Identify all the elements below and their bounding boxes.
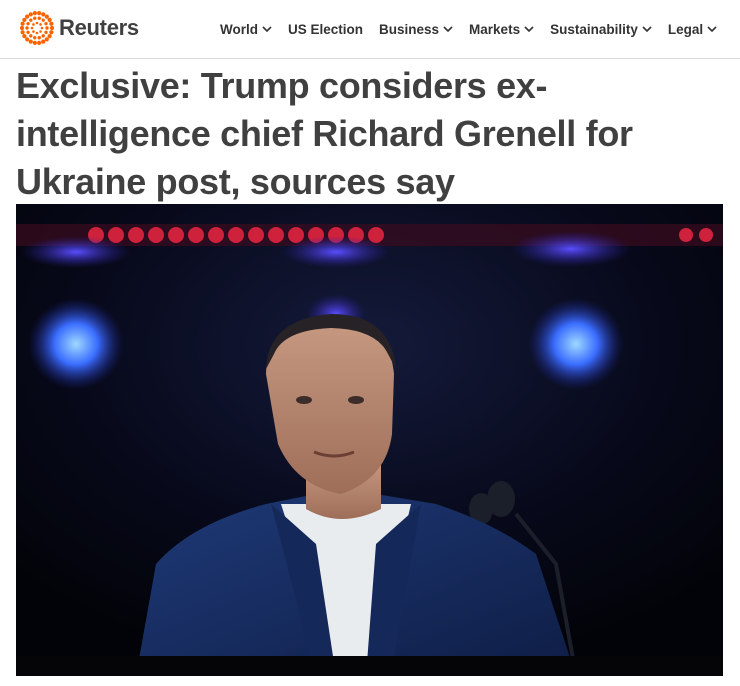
logo-dot bbox=[32, 11, 37, 16]
chevron-down-icon bbox=[262, 25, 272, 32]
nav-item-legal[interactable]: Legal bbox=[668, 22, 717, 37]
logo-dot bbox=[40, 26, 44, 30]
site-header: Reuters World US Election Business Marke… bbox=[0, 0, 740, 59]
logo-dot bbox=[47, 17, 52, 22]
nav-item-business[interactable]: Business bbox=[379, 22, 453, 37]
logo-dot bbox=[44, 37, 49, 42]
chevron-down-icon bbox=[524, 25, 534, 32]
nav-item-label: Sustainability bbox=[550, 21, 638, 37]
logo-dot bbox=[28, 39, 33, 44]
article-headline: Exclusive: Trump considers ex-intelligen… bbox=[16, 65, 633, 202]
nav-item-label: Business bbox=[379, 21, 440, 37]
logo-dot bbox=[20, 30, 25, 35]
logo-dot bbox=[32, 40, 37, 45]
logo-dot bbox=[32, 30, 35, 33]
logo-dot bbox=[26, 30, 30, 35]
logo-dot bbox=[37, 11, 42, 16]
logo-dot bbox=[41, 39, 46, 44]
chevron-down-icon bbox=[707, 25, 717, 32]
logo-dot bbox=[26, 21, 30, 26]
reuters-logo[interactable]: Reuters bbox=[20, 11, 139, 45]
logo-dot bbox=[41, 18, 45, 22]
logo-dot bbox=[20, 21, 25, 26]
logo-dot bbox=[25, 14, 30, 19]
logo-dot bbox=[33, 16, 37, 20]
logo-dot bbox=[41, 12, 46, 17]
reuters-logo-icon bbox=[20, 11, 54, 45]
logo-dot bbox=[49, 21, 54, 26]
logo-dot bbox=[44, 21, 48, 26]
logo-dot bbox=[47, 34, 52, 39]
photo-icon bbox=[16, 204, 723, 676]
logo-dot bbox=[37, 40, 42, 45]
logo-dot bbox=[39, 23, 42, 26]
logo-dot bbox=[41, 34, 45, 38]
logo-dot bbox=[25, 26, 29, 30]
logo-dot bbox=[39, 30, 42, 33]
nav-item-label: US Election bbox=[288, 21, 364, 37]
logo-dot bbox=[44, 30, 48, 35]
logo-dot bbox=[37, 16, 41, 20]
nav-item-label: World bbox=[220, 21, 258, 37]
nav-item-label: Markets bbox=[469, 21, 521, 37]
logo-dot bbox=[37, 36, 41, 40]
logo-dot bbox=[30, 26, 34, 30]
nav-item-sustainability[interactable]: Sustainability bbox=[550, 22, 652, 37]
nav-item-markets[interactable]: Markets bbox=[469, 22, 534, 37]
main-nav: World US Election Business Markets Susta… bbox=[220, 18, 717, 40]
nav-item-us-election[interactable]: US Election bbox=[288, 22, 363, 37]
logo-dot bbox=[25, 37, 30, 42]
logo-dot bbox=[33, 36, 37, 40]
logo-dot bbox=[35, 21, 39, 25]
logo-dot bbox=[28, 12, 33, 17]
brand-name: Reuters bbox=[59, 15, 139, 40]
logo-dot bbox=[49, 25, 54, 31]
logo-dot bbox=[22, 34, 27, 39]
logo-dot bbox=[29, 34, 33, 38]
chevron-down-icon bbox=[642, 25, 652, 32]
logo-dot bbox=[22, 17, 27, 22]
logo-dot bbox=[49, 30, 54, 35]
logo-dot bbox=[35, 31, 39, 35]
logo-dot bbox=[32, 23, 35, 26]
chevron-down-icon bbox=[443, 25, 453, 32]
logo-dot bbox=[29, 18, 33, 22]
logo-dot bbox=[44, 14, 49, 19]
nav-item-world[interactable]: World bbox=[220, 22, 272, 37]
nav-item-label: Legal bbox=[667, 21, 704, 37]
logo-dot bbox=[45, 26, 49, 30]
logo-dot bbox=[20, 25, 25, 31]
hero-image[interactable] bbox=[16, 204, 723, 676]
